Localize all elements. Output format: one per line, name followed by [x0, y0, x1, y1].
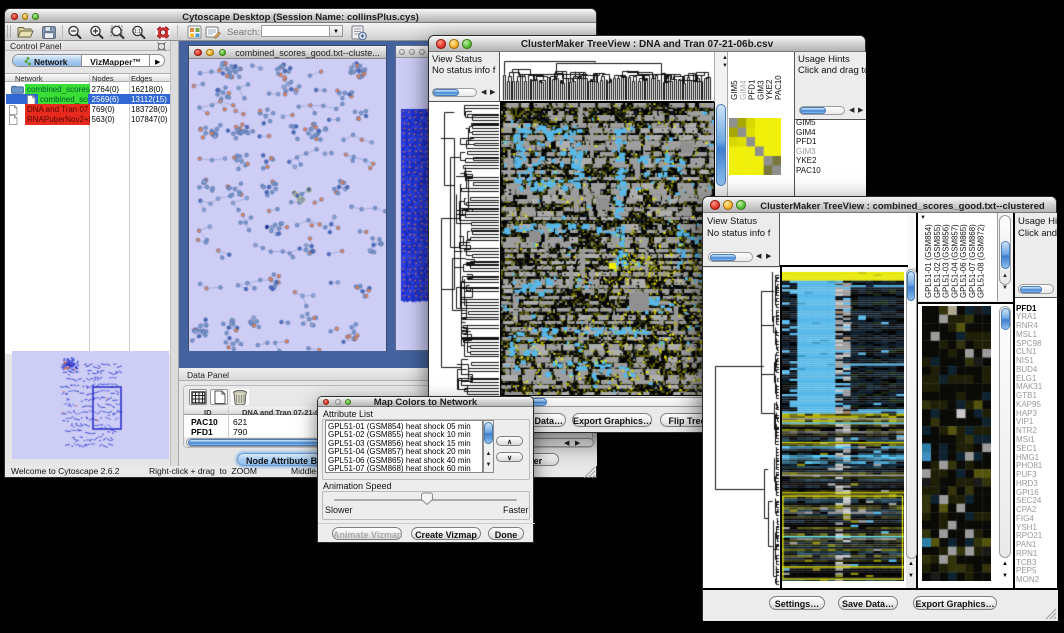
svg-text:GPL51-01 (GSM854): GPL51-01 (GSM854)	[924, 224, 933, 298]
svg-text:PAC10: PAC10	[774, 75, 783, 100]
svg-text:GPL51-04 (GSM857): GPL51-04 (GSM857)	[950, 224, 959, 298]
svg-text:GIM4: GIM4	[739, 80, 748, 100]
svg-text:GPL51-02 (GSM855): GPL51-02 (GSM855)	[933, 224, 942, 298]
svg-text:PFD1: PFD1	[748, 79, 757, 100]
svg-text:GPL51-08 (GSM872): GPL51-08 (GSM872)	[977, 224, 986, 298]
svg-text:GPL51-07 (GSM868): GPL51-07 (GSM868)	[968, 224, 977, 298]
svg-text:YKE2: YKE2	[765, 79, 774, 100]
svg-text:GIM5: GIM5	[730, 80, 739, 100]
svg-text:GIM3: GIM3	[756, 80, 765, 100]
svg-text:GPL51-06 (GSM865): GPL51-06 (GSM865)	[959, 224, 968, 298]
svg-text:GPL51-03 (GSM856): GPL51-03 (GSM856)	[942, 224, 951, 298]
